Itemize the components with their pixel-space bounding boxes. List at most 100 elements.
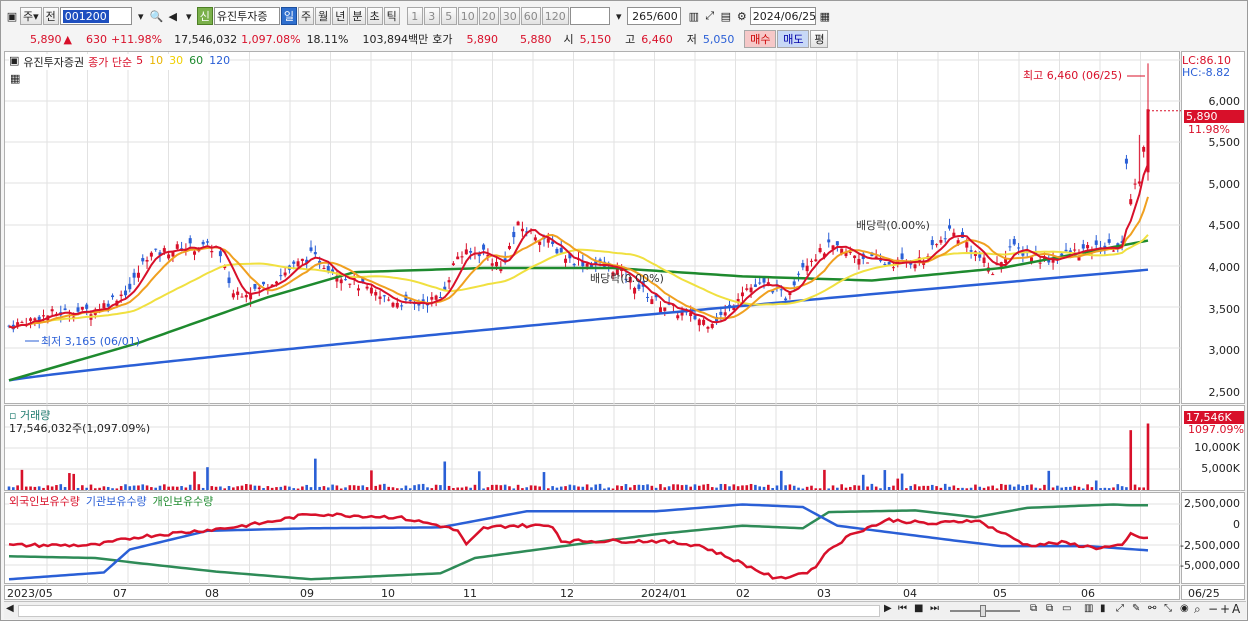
volume-panel[interactable]: ▫ 거래량 17,546,032주(1,097.09%) (4, 405, 1181, 492)
zoom-out-icon[interactable]: − (1208, 602, 1218, 616)
dropdown-icon[interactable]: ▾ (133, 7, 149, 25)
minute-button-0[interactable]: 1 (406, 7, 423, 25)
volume-bar (775, 485, 779, 490)
prev-button[interactable]: 전 (42, 7, 59, 25)
candle-body (464, 249, 468, 255)
minute-button-7[interactable]: 120 (541, 7, 569, 25)
volume-bar (991, 485, 994, 490)
minute-custom-input[interactable] (569, 7, 610, 25)
eye-icon[interactable]: ◉ (1180, 603, 1189, 614)
minute-button-5[interactable]: 30 (499, 7, 520, 25)
minute-button-4[interactable]: 20 (478, 7, 499, 25)
period-button-5[interactable]: 초 (366, 7, 383, 25)
volume-current-pct: 1097.09% (1188, 423, 1244, 436)
volume-bar (137, 485, 140, 490)
draw-icon[interactable]: ✎ (1132, 603, 1140, 614)
volume-bar (167, 486, 170, 490)
stop-icon[interactable]: ■ (914, 603, 923, 614)
price-chart-panel[interactable]: ▣ 유진투자증권 종가 단순 5 10 30 60 120 ▦ 최고 6,460 (06… (4, 51, 1181, 405)
candle-body (33, 318, 37, 321)
candle-body (378, 296, 382, 299)
layout-icon[interactable]: ⧉ (1030, 603, 1037, 614)
period-button-2[interactable]: 월 (315, 7, 332, 25)
calendar-icon[interactable]: ▦ (817, 7, 833, 25)
zoom-slider-thumb[interactable] (980, 605, 986, 617)
minute-dropdown-icon[interactable]: ▾ (611, 7, 627, 25)
x-tick-5: 11 (463, 587, 477, 600)
save-icon[interactable]: ▤ (718, 7, 734, 25)
candle-body (123, 290, 127, 296)
volume-bar (728, 486, 731, 490)
candle-type-icon[interactable]: ▥ (686, 7, 702, 25)
volume-bar (374, 485, 378, 490)
copy-icon[interactable]: ⧉ (1046, 603, 1053, 614)
volume-bar (693, 484, 697, 490)
candle-body (128, 283, 132, 290)
speaker-dropdown-icon[interactable]: ▾ (181, 7, 197, 25)
volume-bar (1073, 485, 1076, 490)
font-size-icon[interactable]: A (1232, 602, 1240, 616)
trend-icon[interactable]: ⤢ (1116, 603, 1124, 614)
price-tick-4500: 4,500 (1208, 219, 1241, 233)
volume-bar (296, 488, 300, 490)
volume-bar (1043, 484, 1046, 490)
volume-bar (253, 485, 257, 490)
volume-bar (603, 488, 606, 490)
minute-button-6[interactable]: 60 (520, 7, 541, 25)
zoom-in-icon[interactable]: + (1220, 602, 1230, 616)
indicator-icon[interactable]: ⤢ (702, 7, 718, 25)
candle-body (231, 293, 235, 298)
minute-button-3[interactable]: 10 (457, 7, 478, 25)
volume-bar (698, 485, 701, 490)
avg-button[interactable]: 평 (810, 30, 829, 48)
scroll-right-icon[interactable]: ▶ (884, 603, 892, 614)
volume-bar (175, 486, 179, 490)
search-icon[interactable]: 🔍 (149, 7, 165, 25)
open-label: 시 (563, 33, 574, 46)
window-icon[interactable]: ▣ (4, 7, 20, 25)
candle-body (572, 263, 576, 266)
tool-icon[interactable]: ⤡ (1164, 603, 1172, 614)
volume-bar (1142, 487, 1145, 490)
volume-bar (1125, 487, 1128, 490)
period-button-1[interactable]: 주 (298, 7, 315, 25)
link-icon[interactable]: ⚯ (1148, 603, 1156, 614)
volume-bar (952, 485, 956, 490)
candle-body (154, 248, 158, 250)
date-input[interactable]: 2024/06/25 (749, 7, 816, 25)
buy-button[interactable]: 매수 (744, 30, 777, 48)
volume-bar (974, 484, 977, 490)
speaker-icon[interactable]: ◀ (165, 7, 181, 25)
period-button-4[interactable]: 분 (349, 7, 366, 25)
sell-button[interactable]: 매도 (777, 30, 810, 48)
first-icon[interactable]: ⏮ (898, 603, 907, 614)
scroll-left-icon[interactable]: ◀ (6, 603, 14, 614)
volume-bar (417, 484, 421, 490)
volume-bar (564, 486, 567, 490)
bar-icon[interactable]: ▮ (1100, 603, 1106, 614)
data-count-field[interactable]: 265/600 (626, 7, 681, 25)
settings-icon[interactable]: ⚙ (734, 7, 750, 25)
scrollbar-track[interactable] (18, 605, 880, 617)
last-icon[interactable]: ⏭ (930, 603, 939, 614)
volume-bar (408, 488, 412, 490)
zoom-icon[interactable]: ⌕ (1194, 602, 1201, 617)
volume-bar (1081, 488, 1085, 490)
stock-code-input[interactable]: 001200 (59, 7, 132, 25)
table-icon[interactable]: ▦ (10, 72, 20, 85)
period-button-6[interactable]: 틱 (383, 7, 400, 25)
candle-body (814, 259, 818, 262)
holdings-panel[interactable]: 외국인보유수량 기관보유수량 개인보유수량 (4, 492, 1181, 585)
mode-select[interactable]: 주 ▾ (20, 7, 42, 25)
minute-button-2[interactable]: 5 (440, 7, 457, 25)
period-button-0[interactable]: 일 (280, 7, 298, 25)
period-button-3[interactable]: 년 (332, 7, 349, 25)
window-split-icon[interactable]: ▭ (1062, 603, 1071, 614)
x-tick-0: 2023/05 (7, 587, 53, 600)
minute-button-1[interactable]: 3 (423, 7, 440, 25)
candle-body (1142, 146, 1146, 152)
volume-bar (663, 487, 667, 490)
candle-body (883, 263, 887, 265)
grid-icon[interactable]: ▥ (1084, 603, 1093, 614)
volume-bar (978, 486, 982, 490)
